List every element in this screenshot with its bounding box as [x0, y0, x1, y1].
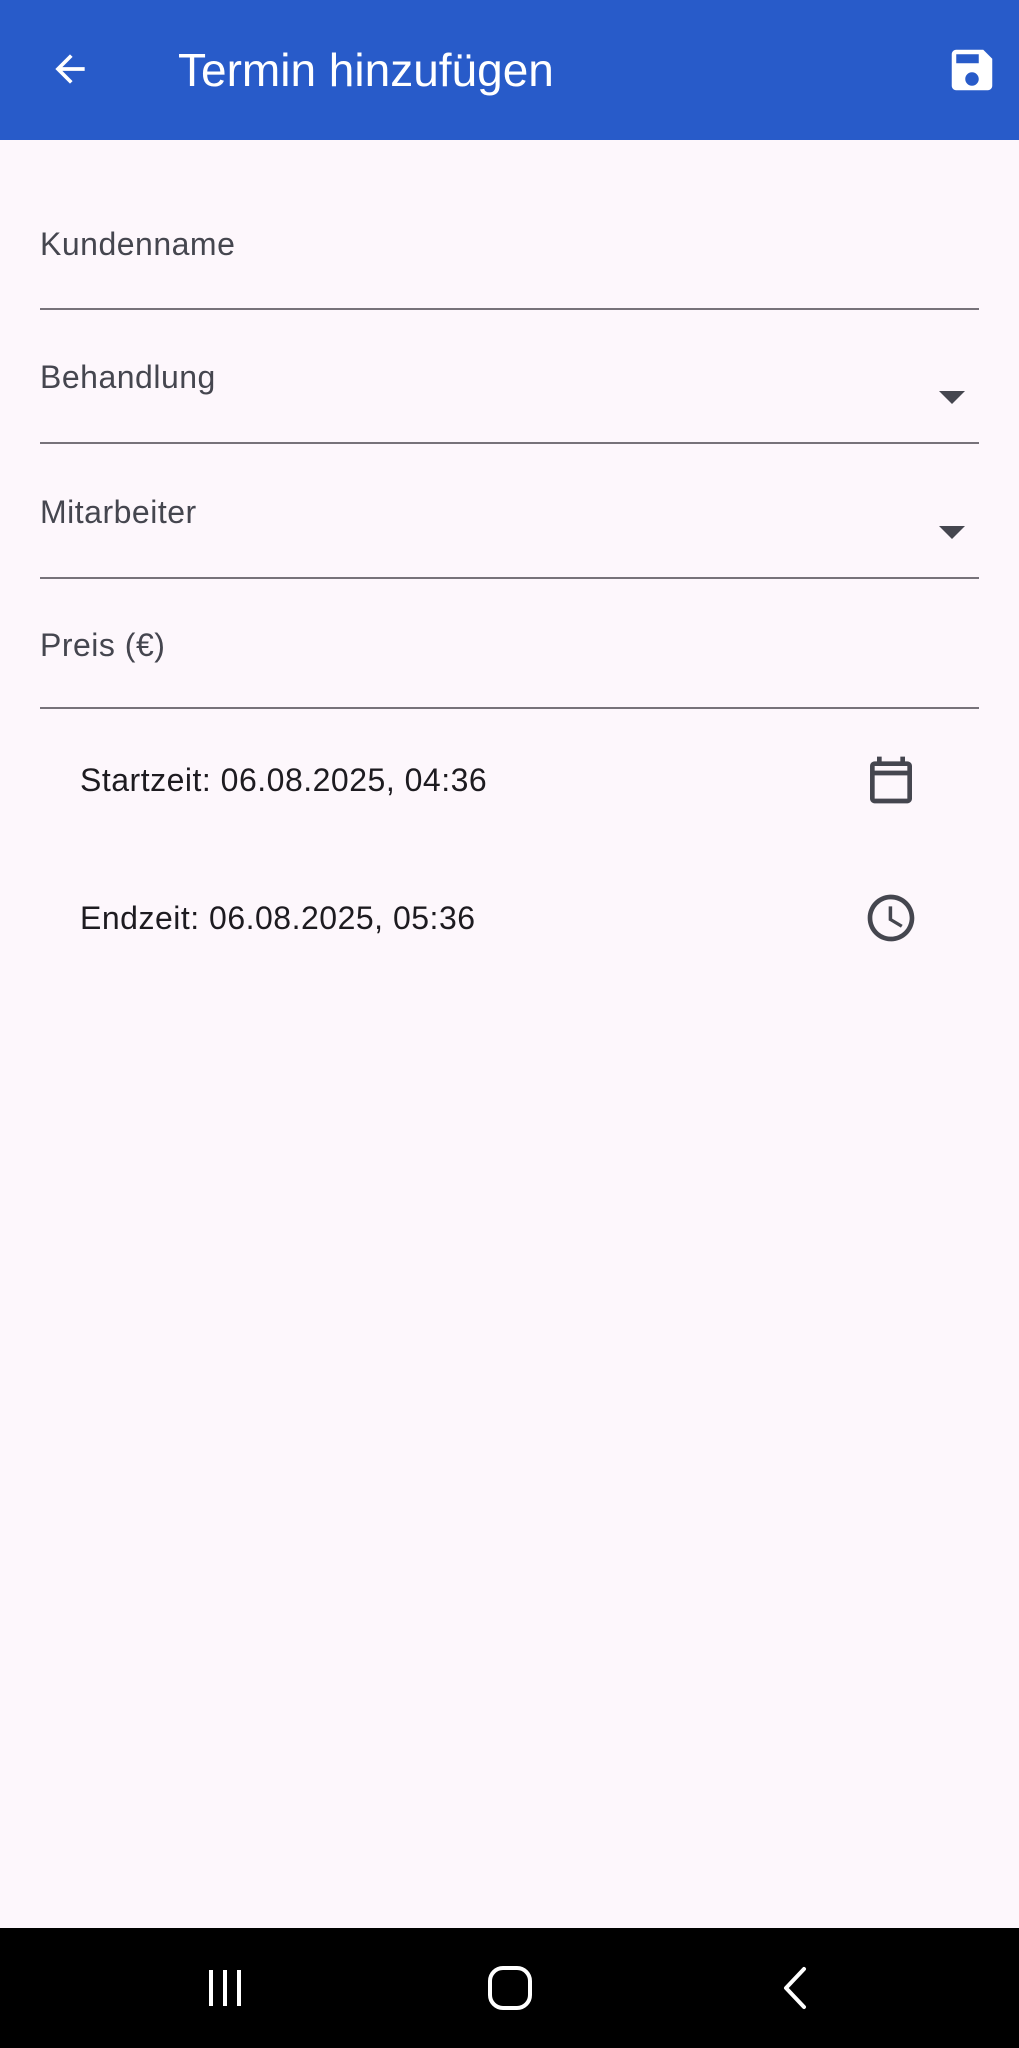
employee-dropdown[interactable]: Mitarbeiter	[40, 490, 979, 579]
end-time-text: Endzeit: 06.08.2025, 05:36	[80, 900, 476, 936]
app-bar: Termin hinzufügen	[0, 0, 1019, 140]
start-time-text: Startzeit: 06.08.2025, 04:36	[80, 762, 488, 798]
treatment-label: Behandlung	[40, 359, 216, 395]
customer-name-label: Kundenname	[40, 226, 236, 262]
save-icon	[951, 49, 993, 91]
system-back-button[interactable]	[750, 1948, 840, 2028]
employee-label: Mitarbeiter	[40, 494, 197, 530]
calendar-icon	[863, 752, 919, 808]
arrow-back-icon	[55, 54, 85, 84]
system-navigation-bar	[0, 1928, 1019, 2048]
home-icon	[488, 1966, 532, 2010]
dropdown-arrow-icon	[939, 391, 965, 404]
price-field[interactable]: Preis (€)	[40, 623, 979, 709]
back-chevron-icon	[784, 1967, 806, 2009]
customer-name-field[interactable]: Kundenname	[40, 222, 979, 310]
recent-apps-icon	[209, 1970, 241, 2006]
page-title: Termin hinzufügen	[178, 44, 554, 96]
recent-apps-button[interactable]	[180, 1948, 270, 2028]
end-time-tile[interactable]: Endzeit: 06.08.2025, 05:36	[40, 854, 979, 982]
save-button[interactable]	[937, 35, 1007, 105]
dropdown-arrow-icon	[939, 526, 965, 539]
treatment-dropdown[interactable]: Behandlung	[40, 355, 979, 444]
start-time-tile[interactable]: Startzeit: 06.08.2025, 04:36	[40, 716, 979, 844]
home-button[interactable]	[465, 1948, 555, 2028]
price-label: Preis (€)	[40, 627, 166, 663]
clock-icon	[863, 890, 919, 946]
back-button[interactable]	[35, 34, 105, 104]
